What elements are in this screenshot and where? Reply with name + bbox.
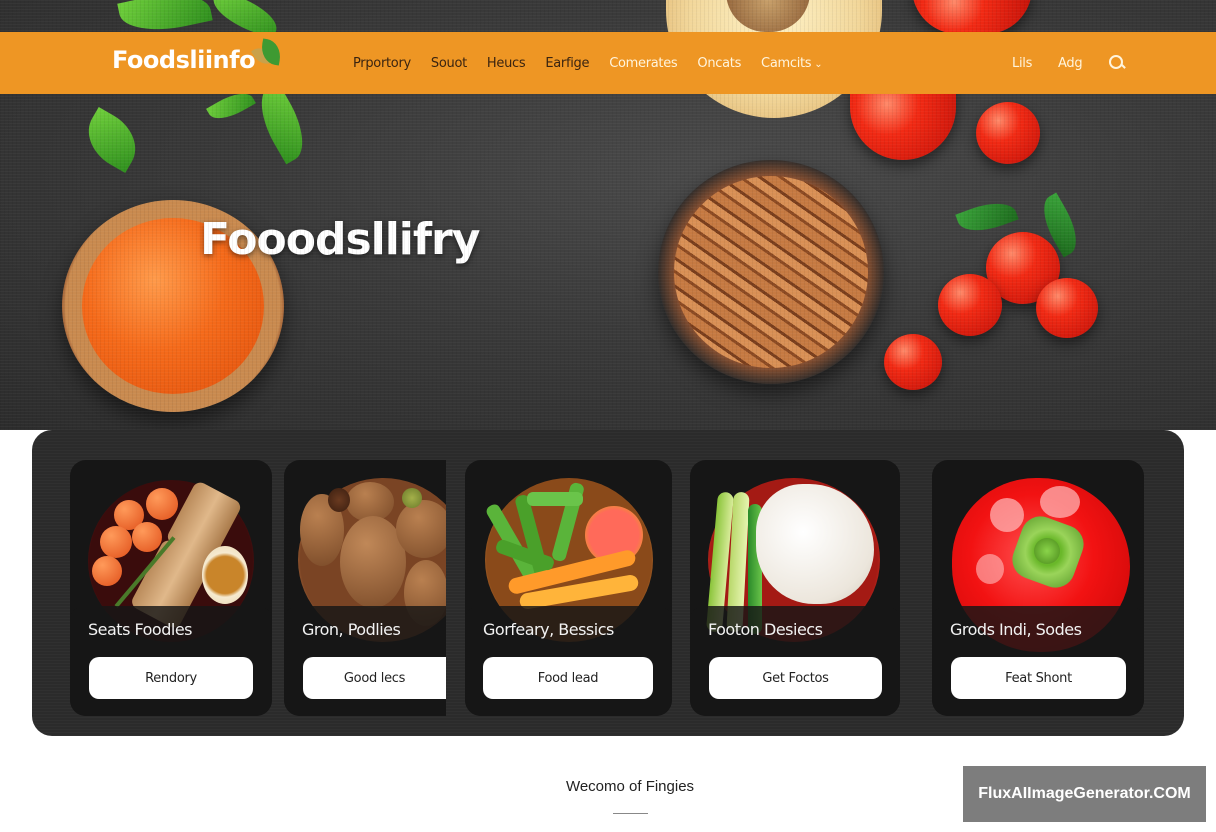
category-card: Seats Foodles Rendory <box>70 460 272 716</box>
category-card: Gorfeary, Bessics Food lead <box>465 460 672 716</box>
card-title: Gorfeary, Bessics <box>483 620 614 639</box>
main-nav: Prportory Souot Heucs Earfige Comerates … <box>353 32 842 94</box>
nav-link-prportory[interactable]: Prportory <box>353 56 411 71</box>
card-button-feat-shont[interactable]: Feat Shont <box>951 657 1126 699</box>
watermark-badge: FluxAIImageGenerator.COM <box>963 766 1206 822</box>
card-title: Gron, Podlies <box>302 620 401 639</box>
nav-dropdown-label: Camcits <box>761 55 812 71</box>
chevron-down-icon: ⌄ <box>814 58 823 70</box>
hero-title: Fooodsllifry <box>200 214 480 265</box>
nav-link-heucs[interactable]: Heucs <box>487 56 526 71</box>
cherry-tomato-image <box>938 274 1002 336</box>
card-title: Grods Indi, Sodes <box>950 620 1082 639</box>
tomato-image <box>912 0 1032 34</box>
category-card: Grods Indi, Sodes Feat Shont <box>932 460 1144 716</box>
nav-link-lils[interactable]: Lils <box>1012 56 1032 71</box>
card-button-get-foctos[interactable]: Get Foctos <box>709 657 882 699</box>
card-button-food-lead[interactable]: Food lead <box>483 657 653 699</box>
category-card: Footon Desiecs Get Foctos <box>690 460 900 716</box>
cherry-tomato-image <box>884 334 942 390</box>
basil-leaf-image <box>76 106 148 174</box>
card-button-rendory[interactable]: Rendory <box>89 657 253 699</box>
brand-logo[interactable]: Foodsliinfo <box>112 38 283 74</box>
nav-link-souot[interactable]: Souot <box>431 56 467 71</box>
tomato-leaf-image <box>955 194 1019 240</box>
card-title: Footon Desiecs <box>708 620 823 639</box>
nav-link-oncats[interactable]: Oncats <box>697 56 741 71</box>
brand-name: Foodsliinfo <box>112 46 256 74</box>
top-navbar: Foodsliinfo Prportory Souot Heucs Earfig… <box>0 32 1216 94</box>
nav-right-group: Lils Adg <box>1012 32 1126 94</box>
basil-leaf-image <box>248 81 316 165</box>
nav-dropdown-camcits[interactable]: Camcits ⌄ <box>761 55 823 71</box>
nav-link-comerates[interactable]: Comerates <box>609 56 677 71</box>
cherry-tomato-image <box>1036 278 1098 338</box>
roasted-nuts-bowl-image <box>658 160 884 384</box>
nav-link-adg[interactable]: Adg <box>1058 56 1083 71</box>
card-title: Seats Foodles <box>88 620 193 639</box>
cherry-tomato-image <box>976 102 1040 164</box>
search-icon[interactable] <box>1108 54 1126 72</box>
card-button-good-lecs[interactable]: Good lecs <box>303 657 446 699</box>
welcome-divider <box>613 813 648 814</box>
leaf-logo-icon <box>251 38 283 72</box>
nav-link-earfige[interactable]: Earfige <box>545 56 589 71</box>
category-card: Gron, Podlies Good lecs <box>284 460 446 716</box>
